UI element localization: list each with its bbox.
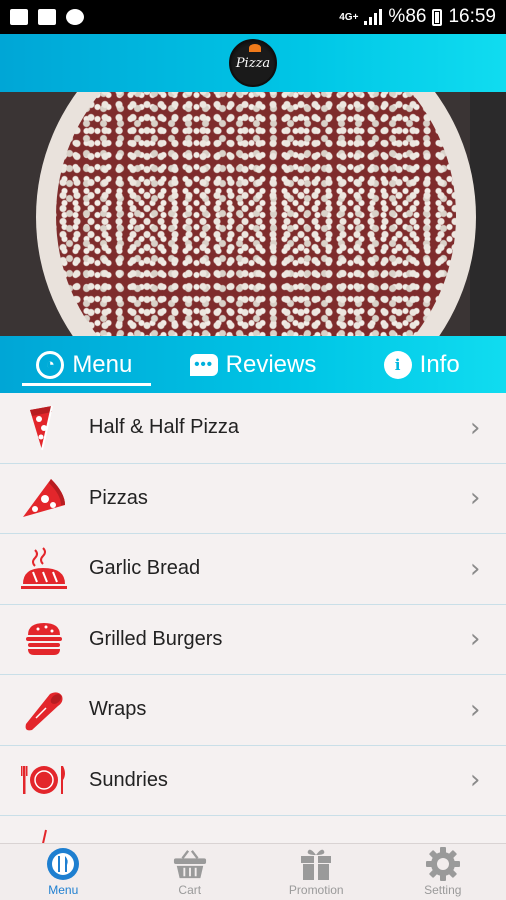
menu-icon <box>46 847 80 881</box>
nav-promotion-label: Promotion <box>288 883 344 897</box>
system-icons: 4G+ %86 16:59 <box>339 6 496 28</box>
chevron-right-icon: › <box>470 836 490 843</box>
clock: 16:59 <box>448 6 496 27</box>
list-item-pizzas[interactable]: Pizzas › <box>0 463 506 534</box>
nav-promotion[interactable]: Promotion <box>253 844 380 900</box>
nav-cart-label: Cart <box>178 883 202 897</box>
status-bar: 4G+ %86 16:59 <box>0 0 506 34</box>
list-item-label: Wraps <box>89 698 147 721</box>
list-item-partial[interactable]: › <box>0 816 506 843</box>
nav-cart[interactable]: Cart <box>127 844 254 900</box>
restaurant-logo: Pizza <box>229 39 277 87</box>
list-item-sundries[interactable]: Sundries › <box>0 745 506 816</box>
image-icon <box>38 9 56 25</box>
tab-bar: ◔ Menu ••• Reviews i Info <box>0 336 506 393</box>
drink-icon <box>20 827 68 843</box>
nav-menu-label: Menu <box>48 883 79 897</box>
tab-info[interactable]: i Info <box>337 336 506 393</box>
tab-reviews[interactable]: ••• Reviews <box>169 336 338 393</box>
nav-setting[interactable]: Setting <box>380 844 506 900</box>
garlic-bread-icon <box>20 545 68 593</box>
list-item-label: Grilled Burgers <box>89 627 223 650</box>
pizza-slice-icon <box>20 474 68 522</box>
mail-icon <box>10 9 28 25</box>
pizza-icon: ◔ <box>36 350 65 379</box>
list-item-label: Pizzas <box>89 486 148 509</box>
chevron-right-icon: › <box>470 765 481 796</box>
list-item-label: Sundries <box>89 768 168 791</box>
phone-icon <box>66 9 84 25</box>
wrap-icon <box>20 686 68 734</box>
list-item-grilled-burgers[interactable]: Grilled Burgers › <box>0 604 506 675</box>
nav-menu[interactable]: Menu <box>0 844 127 900</box>
chevron-right-icon: › <box>470 624 481 655</box>
pizza-topping <box>56 92 456 336</box>
tab-menu[interactable]: ◔ Menu <box>0 336 169 393</box>
gear-icon <box>425 847 460 881</box>
list-item-label: Half & Half Pizza <box>89 416 240 439</box>
menu-category-list: Half & Half Pizza › Pizzas › Garlic Brea… <box>0 393 506 843</box>
chevron-right-icon: › <box>470 412 481 443</box>
list-item-half-half-pizza[interactable]: Half & Half Pizza › <box>0 393 506 464</box>
chat-icon: ••• <box>189 353 218 376</box>
battery-icon <box>432 8 443 26</box>
app-header: Pizza <box>0 34 506 92</box>
half-pizza-icon <box>20 404 68 452</box>
info-icon: i <box>383 350 412 379</box>
plate-icon <box>20 756 68 804</box>
signal-icon <box>364 9 383 25</box>
battery-percent: %86 <box>388 6 427 27</box>
chevron-right-icon: › <box>470 694 481 725</box>
chevron-right-icon: › <box>470 553 481 584</box>
tab-menu-label: Menu <box>72 350 133 378</box>
basket-icon <box>173 847 207 881</box>
gift-icon <box>299 847 333 881</box>
nav-setting-label: Setting <box>424 883 462 897</box>
bottom-navigation: Menu Cart Promotion Setting <box>0 843 506 900</box>
network-type: 4G+ <box>339 11 359 23</box>
active-tab-indicator <box>22 383 151 386</box>
chevron-right-icon: › <box>470 483 481 514</box>
notification-icons <box>10 9 84 25</box>
hero-pizza-image <box>0 92 506 336</box>
tab-reviews-label: Reviews <box>225 350 317 378</box>
list-item-wraps[interactable]: Wraps › <box>0 675 506 746</box>
list-item-label: Garlic Bread <box>89 557 201 580</box>
list-item-garlic-bread[interactable]: Garlic Bread › <box>0 534 506 605</box>
tab-info-label: Info <box>419 350 460 378</box>
burger-icon <box>20 615 68 663</box>
